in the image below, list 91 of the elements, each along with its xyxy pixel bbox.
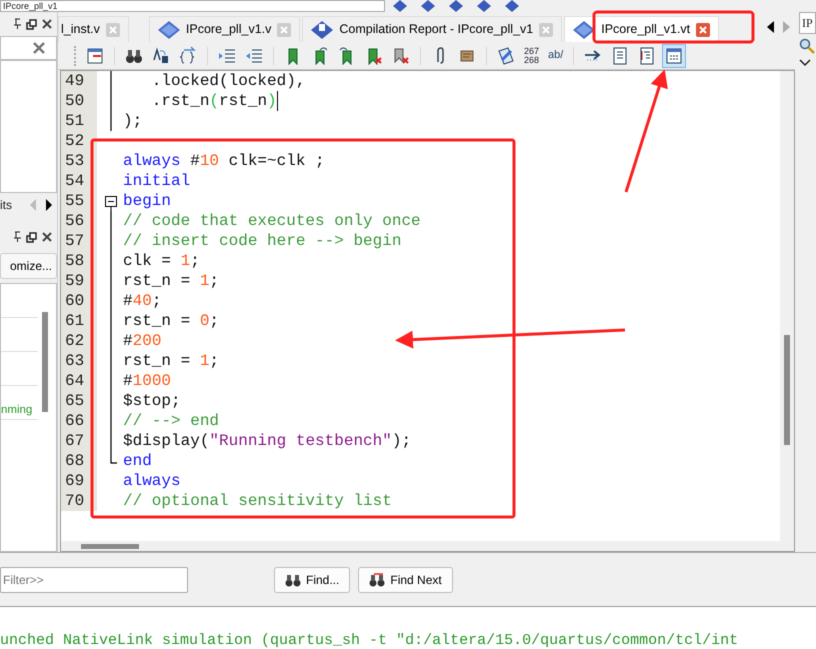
line-number: 66: [61, 411, 97, 431]
window-lines-icon: [664, 46, 684, 66]
code-line: rst_n = 1;: [122, 271, 220, 291]
binoculars-icon: [369, 572, 386, 586]
code-line: .locked(locked),: [150, 71, 306, 91]
braces-arrow-icon: [178, 46, 198, 66]
code-line: #1000: [122, 371, 172, 391]
code-line: rst_n = 0;: [122, 311, 220, 331]
line-number: 53: [61, 151, 97, 171]
toolbar-text-button[interactable]: ab/: [545, 51, 566, 60]
report-icon: [311, 20, 334, 38]
diamond-icon[interactable]: [421, 0, 435, 12]
code-line: begin: [122, 191, 172, 211]
toolbar-text-button[interactable]: 267 268: [521, 46, 542, 64]
horizontal-scrollbar[interactable]: [61, 541, 780, 551]
close-icon[interactable]: [696, 22, 710, 36]
code-line: always: [122, 471, 181, 491]
code-line: end: [122, 451, 152, 471]
message-text: nming: [1, 402, 32, 418]
diamond-icon[interactable]: [393, 0, 407, 12]
scrollbar-thumb[interactable]: [42, 312, 48, 412]
code-line: );: [122, 111, 142, 131]
close-icon[interactable]: [41, 18, 53, 30]
code-line: // code that executes only once: [122, 211, 421, 231]
file-icon: [573, 20, 596, 38]
code-line: #40;: [122, 291, 162, 311]
diamond-icon[interactable]: [505, 0, 519, 12]
code-line: #200: [122, 331, 162, 351]
tab-label[interactable]: its: [0, 196, 12, 214]
search-icon[interactable]: [799, 38, 815, 54]
diamond-icon[interactable]: [477, 0, 491, 12]
code-line: clk = 1;: [122, 251, 200, 271]
line-number: 50: [61, 91, 97, 111]
panel-tab[interactable]: IP: [799, 12, 816, 34]
line-number: 70: [61, 491, 97, 511]
line-number: 52: [61, 131, 97, 151]
find-next-button[interactable]: Find Next: [358, 566, 453, 592]
file-icon: [158, 20, 180, 38]
pin-icon[interactable]: [12, 18, 22, 30]
line-number: 63: [61, 351, 97, 371]
vertical-scrollbar[interactable]: [780, 71, 794, 551]
file-tab[interactable]: IPcore_pll_v1.v: [148, 16, 300, 42]
filter-field[interactable]: Filter>>: [0, 566, 188, 592]
line-number: 57: [61, 231, 97, 251]
pin-icon[interactable]: [12, 231, 22, 243]
replace-icon: [151, 46, 171, 66]
float-icon[interactable]: [26, 232, 37, 242]
search-field[interactable]: [0, 36, 57, 60]
code-line: .rst_n(rst_n): [150, 91, 277, 111]
binoculars-icon: [285, 572, 301, 586]
line-number: 67: [61, 431, 97, 451]
line-number: 59: [61, 271, 97, 291]
chevron-down-icon[interactable]: [799, 58, 811, 68]
line-number: 60: [61, 291, 97, 311]
code-line: // insert code here --> begin: [122, 231, 402, 251]
close-icon[interactable]: [41, 231, 53, 243]
pencil-document-icon: [496, 46, 516, 66]
code-line: // optional sensitivity list: [122, 491, 392, 511]
line-number: 68: [61, 451, 97, 471]
code-line: rst_n = 1;: [122, 351, 220, 371]
line-number: 61: [61, 311, 97, 331]
message-text: unched NativeLink simulation (quartus_sh -t "d:/altera/15.0/quartus/common/tcl/int: [0, 632, 738, 649]
code-line: // --> end: [122, 411, 220, 431]
line-number: 51: [61, 111, 97, 131]
line-number: 54: [61, 171, 97, 191]
line-number: 62: [61, 331, 97, 351]
customize-button[interactable]: omize...: [0, 253, 57, 279]
find-button[interactable]: Find...: [274, 566, 350, 592]
code-line: always #10 clk=~clk ;: [122, 151, 325, 171]
window-lines-button[interactable]: [662, 44, 686, 68]
line-number: 49: [61, 71, 97, 91]
project-field[interactable]: IPcore_pll_v1: [0, 0, 385, 12]
file-tab[interactable]: l_inst.v: [58, 16, 129, 42]
scrollbar-thumb[interactable]: [784, 335, 790, 445]
line-number: 65: [61, 391, 97, 411]
file-tab[interactable]: IPcore_pll_v1.vt: [564, 16, 720, 42]
line-number: 56: [61, 211, 97, 231]
clear-icon[interactable]: [32, 41, 46, 55]
line-number: 58: [61, 251, 97, 271]
line-number: 64: [61, 371, 97, 391]
float-icon[interactable]: [26, 18, 37, 30]
code-line: $stop;: [122, 391, 181, 411]
code-line: initial: [122, 171, 190, 191]
scrollbar-thumb[interactable]: [81, 544, 139, 548]
file-tab[interactable]: Compilation Report - IPcore_pll_v1: [302, 16, 562, 42]
code-editor[interactable]: [60, 70, 795, 552]
line-number: 55: [61, 191, 97, 211]
diamond-icon[interactable]: [449, 0, 463, 12]
line-number: 69: [61, 471, 97, 491]
code-line: $display("Running testbench");: [122, 431, 412, 451]
window-insert-icon: [85, 46, 105, 66]
